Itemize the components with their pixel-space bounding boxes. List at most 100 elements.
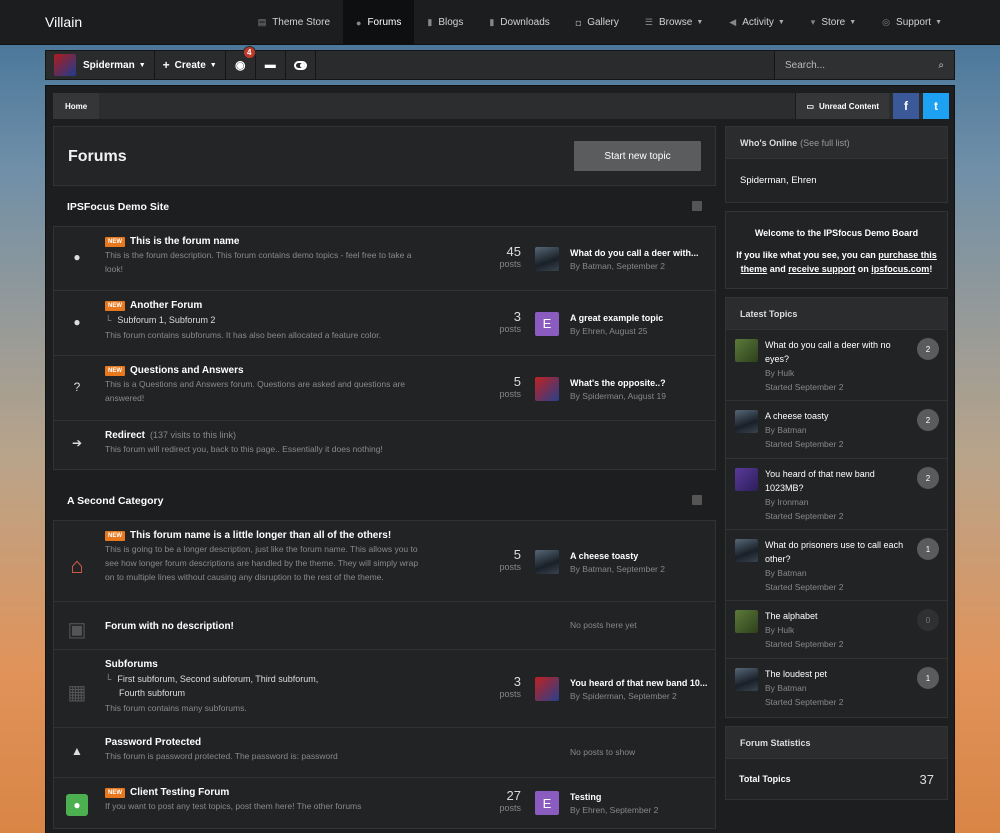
notifications-button[interactable]: ◉ 4	[226, 46, 256, 79]
avatar[interactable]	[735, 410, 758, 433]
forum-info: NEW This forum name is a little longer th…	[105, 529, 425, 584]
last-post-meta: By Spiderman, September 2	[570, 691, 677, 701]
nav-link-theme-store[interactable]: ▤ Theme Store	[245, 0, 343, 45]
unread-content-button[interactable]: ▭ Unread Content	[795, 93, 889, 119]
welcome-text: Welcome to the IPSfocus Demo Board If yo…	[726, 212, 947, 288]
new-badge: NEW	[105, 366, 125, 376]
last-post: A cheese toasty By Batman, September 2	[535, 549, 710, 576]
latest-topic-title-link[interactable]: What do prisoners use to call each other…	[765, 538, 905, 566]
subforum-list: └ Subforum 1, Subforum 2	[105, 313, 425, 327]
latest-topic-author: By Ironman	[765, 497, 809, 507]
last-post-title-link[interactable]: Testing	[570, 792, 710, 802]
forum-name-link[interactable]: Questions and Answers	[130, 365, 244, 376]
nav-link-label: Activity	[742, 17, 774, 28]
subforum-links[interactable]: Fourth subforum	[119, 688, 185, 698]
breadcrumb-home[interactable]: Home	[53, 93, 100, 119]
messages-button[interactable]: ▬	[256, 51, 286, 79]
forum-name-link[interactable]: Redirect	[105, 430, 145, 441]
nav-link-support[interactable]: ◎ Support ▼	[869, 0, 955, 45]
forum-description: This is the forum description. This foru…	[105, 250, 412, 274]
forum-name-link[interactable]: Another Forum	[130, 300, 202, 311]
welcome-title: Welcome to the IPSfocus Demo Board	[754, 228, 919, 238]
latest-topic-item: What do you call a deer with no eyes? By …	[726, 330, 947, 401]
forum-name-link[interactable]: Forum with no description!	[105, 621, 234, 632]
post-count: 27 posts	[479, 788, 521, 813]
subforum-links[interactable]: Subforum 1, Subforum 2	[117, 315, 215, 325]
collapse-icon[interactable]	[692, 495, 702, 505]
site-brand[interactable]: Villain	[45, 14, 82, 30]
latest-topic-title-link[interactable]: You heard of that new band 1023MB?	[765, 467, 905, 495]
ipsfocus-link[interactable]: ipsfocus.com	[871, 264, 929, 274]
avatar[interactable]	[735, 468, 758, 491]
forum-name-link[interactable]: Subforums	[105, 659, 158, 670]
create-menu[interactable]: + Create ▼	[155, 51, 226, 79]
avatar[interactable]	[535, 677, 559, 701]
online-users[interactable]: Spiderman, Ehren	[726, 159, 947, 202]
create-label: Create	[174, 59, 206, 71]
nav-link-gallery[interactable]: ◘ Gallery	[563, 0, 632, 45]
avatar[interactable]: E	[535, 791, 559, 815]
latest-topic-title-link[interactable]: The alphabet	[765, 609, 905, 623]
last-post: E Testing By Ehren, September 2	[535, 791, 710, 817]
forum-name-link[interactable]: This forum name is a little longer than …	[130, 530, 391, 541]
avatar[interactable]	[735, 668, 758, 691]
chevron-down-icon: ▼	[696, 19, 704, 26]
last-post-meta: By Spiderman, August 19	[570, 390, 666, 401]
nav-link-activity[interactable]: ◀ Activity ▼	[716, 0, 798, 45]
page-title: Forums	[68, 148, 127, 165]
search-icon[interactable]: ⌕	[938, 60, 944, 71]
nav-link-forums[interactable]: ● Forums	[343, 0, 415, 45]
search-input[interactable]: Search... ⌕	[774, 51, 954, 79]
forum-info: NEW Client Testing Forum If you want to po…	[105, 786, 425, 813]
facebook-icon[interactable]: f	[893, 93, 919, 119]
category-title[interactable]: A Second Category	[67, 495, 163, 507]
nav-link-blogs[interactable]: ▮ Blogs	[414, 0, 476, 45]
category-title[interactable]: IPSFocus Demo Site	[67, 201, 169, 213]
theme-toggle[interactable]	[286, 51, 316, 79]
last-post-title-link[interactable]: You heard of that new band 10...	[570, 678, 710, 688]
avatar[interactable]	[735, 539, 758, 562]
nav-link-downloads[interactable]: ▮ Downloads	[476, 0, 562, 45]
subforum-hook-icon: └	[105, 315, 112, 325]
nav-link-browse[interactable]: ☰ Browse ▼	[632, 0, 716, 45]
forum-name-link[interactable]: Client Testing Forum	[130, 787, 229, 798]
notification-badge: 4	[242, 46, 256, 59]
camera-icon: ◘	[575, 17, 582, 28]
forum-description: This forum contains many subforums.	[105, 703, 247, 713]
see-full-list-link[interactable]: (See full list)	[800, 138, 850, 148]
avatar[interactable]	[735, 610, 758, 633]
main-nav: ▤ Theme Store ● Forums ▮ Blogs ▮ Downloads ◘ Gall…	[245, 0, 955, 45]
forum-name-link[interactable]: This is the forum name	[130, 236, 239, 247]
last-post-title-link[interactable]: A cheese toasty	[570, 551, 710, 561]
subforum-hook-icon: └	[105, 674, 112, 684]
latest-topic-title-link[interactable]: What do you call a deer with no eyes?	[765, 338, 905, 366]
forum-title-line: NEW This forum name is a little longer th…	[105, 529, 425, 541]
support-link[interactable]: receive support	[788, 264, 855, 274]
sidebar: Who's Online (See full list) Spiderman, …	[725, 126, 948, 808]
latest-topic-author: By Batman	[765, 683, 807, 693]
avatar[interactable]	[535, 376, 559, 401]
last-post-title-link[interactable]: A great example topic	[570, 313, 710, 323]
latest-topic-title-link[interactable]: A cheese toasty	[765, 409, 905, 423]
subforum-links[interactable]: First subforum, Second subforum, Third s…	[117, 674, 318, 684]
start-new-topic-button[interactable]: Start new topic	[574, 141, 701, 171]
forum-row: ➔ Redirect (137 visits to this link) This f…	[54, 421, 715, 469]
user-menu[interactable]: Spiderman ▼	[46, 51, 155, 79]
avatar[interactable]	[535, 247, 559, 271]
latest-topic-author: By Batman	[765, 568, 807, 578]
latest-topic-item: A cheese toasty By Batman Started Septembe…	[726, 401, 947, 459]
category-body: ● NEW This is the forum name This is the fo…	[53, 226, 716, 470]
latest-topic-title-link[interactable]: The loudest pet	[765, 667, 905, 681]
latest-topic-item: You heard of that new band 1023MB? By Iro…	[726, 459, 947, 530]
forum-row: ● NEW Another Forum └ Subforum 1, Subforum 2…	[54, 291, 715, 356]
forum-name-link[interactable]: Password Protected	[105, 737, 201, 748]
twitter-icon[interactable]: t	[923, 93, 949, 119]
nav-link-store[interactable]: ▾ Store ▼	[798, 0, 869, 45]
collapse-icon[interactable]	[692, 201, 702, 211]
avatar[interactable]: E	[535, 311, 559, 336]
avatar[interactable]	[735, 339, 758, 362]
last-post-title-link[interactable]: What's the opposite..?	[570, 378, 710, 388]
last-post-title-link[interactable]: What do you call a deer with...	[570, 248, 710, 258]
chevron-down-icon: ▼	[138, 61, 146, 69]
avatar[interactable]	[535, 549, 559, 574]
